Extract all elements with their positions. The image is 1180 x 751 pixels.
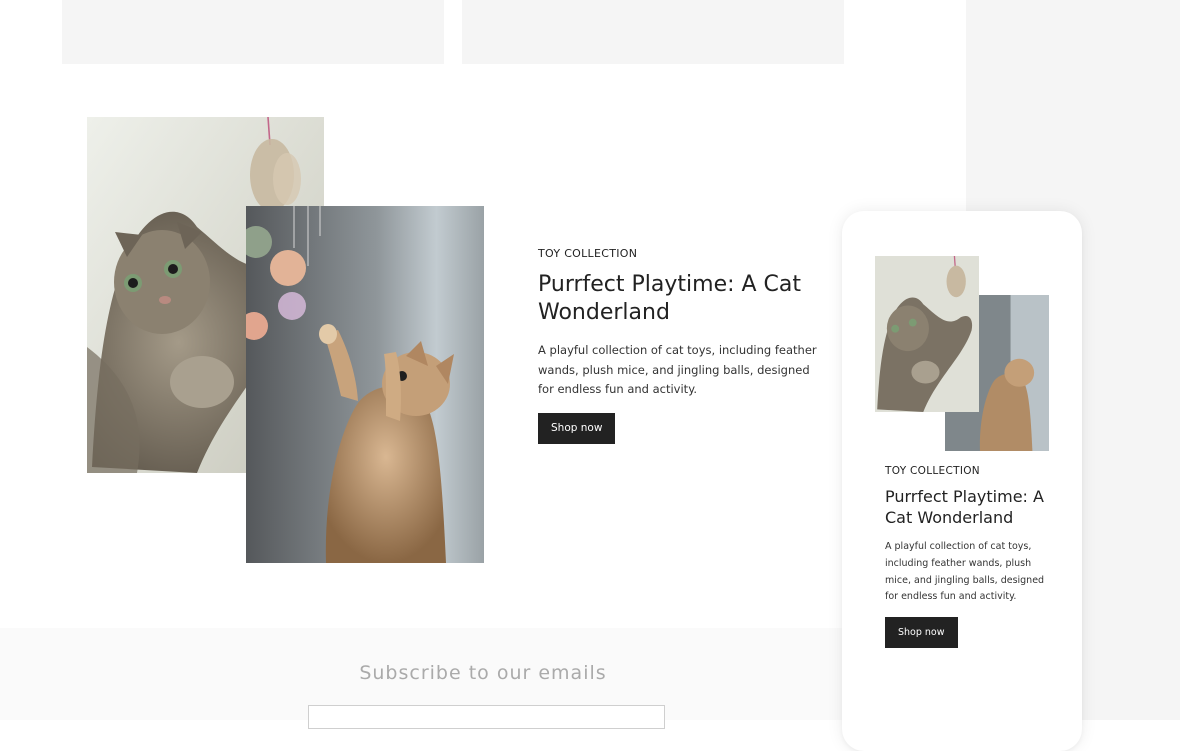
newsletter-email-input[interactable] (308, 705, 665, 729)
collection-text-block: TOY COLLECTION Purrfect Playtime: A Cat … (538, 247, 828, 444)
product-card-placeholder[interactable] (462, 0, 844, 64)
collection-description: A playful collection of cat toys, includ… (538, 343, 817, 396)
shop-now-button[interactable]: Shop now (538, 412, 616, 444)
mobile-text-block: TOY COLLECTION Purrfect Playtime: A Cat … (885, 465, 1045, 649)
mobile-collection-description: A playful collection of cat toys, includ… (885, 541, 1045, 603)
mobile-kitten-feather-image (875, 256, 979, 412)
newsletter-heading: Subscribe to our emails (359, 662, 607, 684)
mobile-collection-title: Purrfect Playtime: A Cat Wonderland (885, 487, 1044, 527)
product-card-placeholder[interactable] (62, 0, 444, 64)
mobile-collection-eyebrow: TOY COLLECTION (885, 465, 980, 477)
mobile-shop-now-button[interactable]: Shop now (885, 617, 958, 649)
collection-title: Purrfect Playtime: A Cat Wonderland (538, 272, 802, 325)
collection-eyebrow: TOY COLLECTION (538, 247, 638, 260)
kitten-standing-image (246, 206, 484, 563)
